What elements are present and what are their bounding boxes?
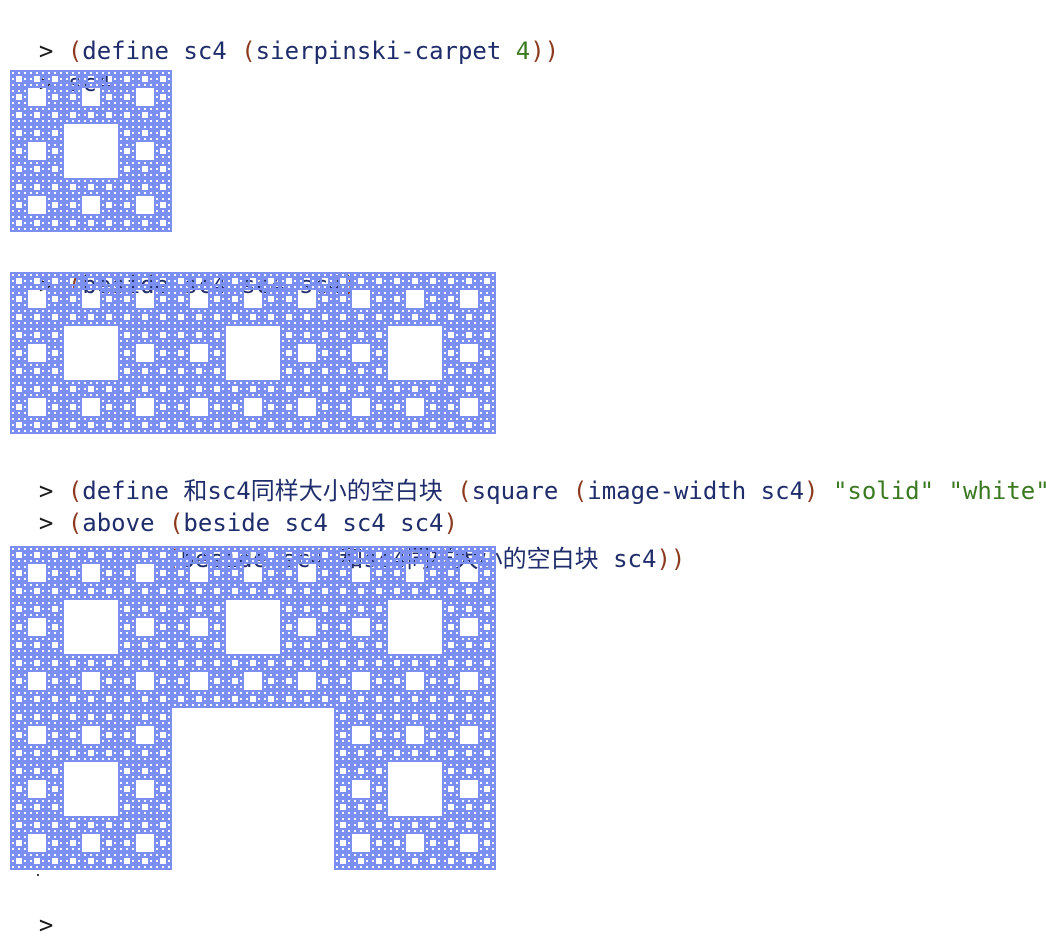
repl-input-line: > (define sc4 (sierpinski-carpet 4)) [10, 6, 559, 65]
repl-input-line: > (beside sc4 sc4 sc4) [10, 240, 357, 299]
code-token: ( [572, 477, 588, 505]
code-token: sierpinski-carpet [255, 37, 516, 65]
carpet-output-sc4 [10, 70, 172, 232]
repl-input-line: > (define 和sc4同样大小的空白块 (square (image-wi… [10, 446, 1046, 505]
code-token: image-width sc4 [587, 477, 805, 505]
repl-continuation-line: (beside sc4 和sc4同样大小的空白块 sc4)) [137, 514, 685, 573]
carpet-tile [334, 272, 496, 434]
carpet-tile [10, 546, 172, 708]
repl-prompt: > [38, 911, 54, 939]
code-token: ( [67, 509, 83, 537]
cursor-mark [37, 874, 39, 876]
carpet-tile [334, 546, 496, 708]
repl-prompt: > [38, 509, 54, 537]
repl-input-line: > (above (beside sc4 sc4 sc4) [10, 478, 458, 537]
repl-expression: (define sc4 (sierpinski-carpet 4)) [68, 37, 559, 65]
code-token: )) [656, 545, 686, 573]
code-token: )) [530, 37, 560, 65]
carpet-output-above [10, 546, 496, 870]
carpet-tile [334, 708, 496, 870]
carpet-tile [10, 708, 172, 870]
code-token: square [471, 477, 573, 505]
carpet-tile [10, 70, 172, 232]
carpet-tile [10, 272, 172, 434]
code-token: ( [241, 37, 256, 65]
carpet-tile [172, 546, 334, 708]
code-token: 4 [515, 37, 531, 65]
carpet-tile [172, 272, 334, 434]
code-token: "solid" "white" [832, 477, 1046, 505]
code-token: ) [804, 477, 819, 505]
carpet-output-beside [10, 272, 496, 434]
repl-input-line: > sc4 [10, 38, 111, 97]
code-token: ( [457, 477, 472, 505]
repl-input-line[interactable]: > [10, 880, 53, 939]
